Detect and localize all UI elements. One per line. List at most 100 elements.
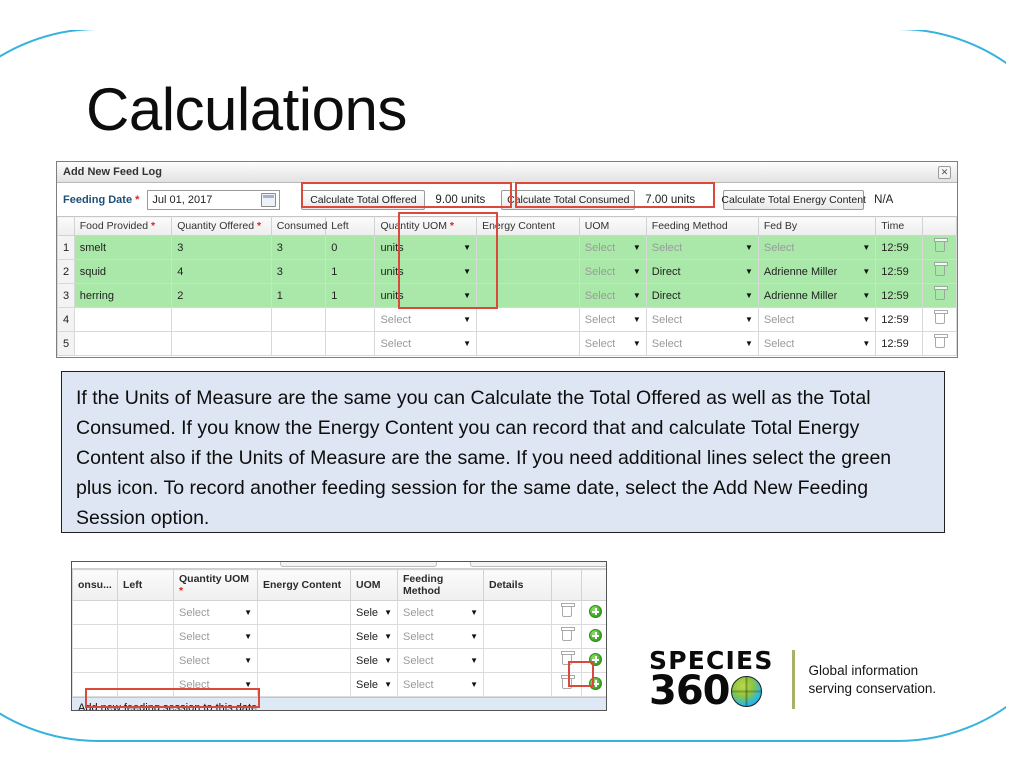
trash-icon[interactable] (933, 333, 948, 348)
cell-add[interactable] (581, 600, 606, 625)
cell-feeding-method[interactable]: Direct ▼ (645, 259, 759, 284)
cell-uom[interactable]: Select ▼ (578, 235, 647, 260)
cell-fed-by[interactable]: Adrienne Miller ▼ (757, 283, 877, 308)
plus-icon[interactable] (588, 676, 602, 690)
cell-energy-content[interactable] (257, 648, 351, 673)
table-row[interactable]: 3 herring 2 1 1 units ▼ Select ▼ Direct ▼ Adrienne … (57, 283, 957, 308)
chevron-down-icon[interactable]: ▼ (633, 243, 641, 252)
calculate-total-offered-button[interactable]: Calculate Total Offered (301, 189, 426, 210)
plus-icon[interactable] (588, 652, 602, 666)
cell-fed-by[interactable]: Adrienne Miller ▼ (757, 259, 877, 284)
cell-consumed[interactable] (270, 307, 327, 332)
cell-delete[interactable] (922, 259, 957, 284)
chevron-down-icon[interactable]: ▼ (244, 680, 252, 689)
table-row[interactable]: 4 Select ▼ Select ▼ Select ▼ Select ▼ 12:59 (57, 307, 957, 332)
cell-consumed[interactable] (72, 648, 118, 673)
cell-feeding-method[interactable]: Select ▼ (397, 648, 484, 673)
chevron-down-icon[interactable]: ▼ (633, 339, 641, 348)
cell-quantity-offered[interactable]: 2 (171, 283, 272, 308)
cell-fed-by[interactable]: Select ▼ (757, 331, 877, 356)
cell-delete[interactable] (922, 331, 957, 356)
plus-icon[interactable] (588, 628, 602, 642)
cell-consumed[interactable] (72, 624, 118, 649)
cell-feeding-method[interactable]: Select ▼ (397, 624, 484, 649)
cell-quantity-uom[interactable]: units ▼ (374, 259, 478, 284)
cell-food-provided[interactable] (73, 307, 173, 332)
chevron-down-icon[interactable]: ▼ (384, 632, 392, 641)
cell-quantity-offered[interactable] (171, 331, 272, 356)
cell-consumed[interactable] (72, 672, 118, 697)
chevron-down-icon[interactable]: ▼ (745, 291, 753, 300)
cell-quantity-offered[interactable] (171, 307, 272, 332)
chevron-down-icon[interactable]: ▼ (470, 680, 478, 689)
cell-feeding-method[interactable]: Select ▼ (397, 600, 484, 625)
trash-icon[interactable] (933, 309, 948, 324)
chevron-down-icon[interactable]: ▼ (384, 656, 392, 665)
cell-left[interactable] (117, 672, 174, 697)
cell-feeding-method[interactable]: Direct ▼ (645, 283, 759, 308)
cell-quantity-uom[interactable]: Select ▼ (173, 672, 258, 697)
cell-add[interactable] (581, 624, 606, 649)
chevron-down-icon[interactable]: ▼ (463, 291, 471, 300)
chevron-down-icon[interactable]: ▼ (633, 291, 641, 300)
cell-consumed[interactable]: 1 (270, 283, 327, 308)
chevron-down-icon[interactable]: ▼ (384, 680, 392, 689)
cell-add[interactable] (581, 648, 606, 673)
cell-uom[interactable]: Sele ▼ (350, 672, 398, 697)
chevron-down-icon[interactable]: ▼ (470, 656, 478, 665)
cell-quantity-uom[interactable]: Select ▼ (173, 624, 258, 649)
cell-food-provided[interactable]: squid (73, 259, 173, 284)
trash-icon[interactable] (933, 261, 948, 276)
chevron-down-icon[interactable]: ▼ (384, 608, 392, 617)
cell-quantity-uom[interactable]: Select ▼ (374, 331, 478, 356)
cell-quantity-offered[interactable]: 4 (171, 259, 272, 284)
chevron-down-icon[interactable]: ▼ (745, 315, 753, 324)
trash-icon[interactable] (560, 674, 575, 689)
cell-left[interactable]: 0 (325, 235, 376, 260)
trash-icon[interactable] (933, 285, 948, 300)
chevron-down-icon[interactable]: ▼ (862, 315, 870, 324)
feeding-date-input[interactable]: Jul 01, 2017 (147, 189, 281, 210)
table-row[interactable]: 2 squid 4 3 1 units ▼ Select ▼ Direct ▼ Adrienne Mi… (57, 259, 957, 284)
cell-time[interactable]: 12:59 (875, 259, 924, 284)
cell-left[interactable]: 1 (325, 283, 376, 308)
cell-details[interactable] (483, 600, 552, 625)
chevron-down-icon[interactable]: ▼ (862, 243, 870, 252)
cell-delete[interactable] (551, 672, 582, 697)
cell-delete[interactable] (551, 600, 582, 625)
chevron-down-icon[interactable]: ▼ (862, 339, 870, 348)
cell-quantity-uom[interactable]: Select ▼ (173, 648, 258, 673)
chevron-down-icon[interactable]: ▼ (633, 267, 641, 276)
cell-left[interactable] (117, 648, 174, 673)
trash-icon[interactable] (560, 650, 575, 665)
cell-energy-content[interactable] (257, 600, 351, 625)
cell-energy-content[interactable] (476, 259, 580, 284)
chevron-down-icon[interactable]: ▼ (244, 656, 252, 665)
cell-food-provided[interactable]: smelt (73, 235, 173, 260)
add-new-feeding-session-bar[interactable]: Add new feeding session to this date (72, 697, 606, 710)
close-icon[interactable]: ✕ (938, 165, 951, 179)
chevron-down-icon[interactable]: ▼ (745, 339, 753, 348)
cell-energy-content[interactable] (476, 283, 580, 308)
cell-quantity-uom[interactable]: units ▼ (374, 235, 478, 260)
trash-icon[interactable] (560, 602, 575, 617)
chevron-down-icon[interactable]: ▼ (463, 267, 471, 276)
calculate-total-energy-content-button[interactable]: Calculate Total Energy Content (721, 189, 866, 210)
cell-fed-by[interactable]: Select ▼ (757, 307, 877, 332)
cell-time[interactable]: 12:59 (875, 283, 924, 308)
cell-uom[interactable]: Select ▼ (578, 259, 647, 284)
chevron-down-icon[interactable]: ▼ (463, 243, 471, 252)
cell-energy-content[interactable] (257, 672, 351, 697)
cell-energy-content[interactable] (476, 331, 580, 356)
chevron-down-icon[interactable]: ▼ (470, 608, 478, 617)
cell-time[interactable]: 12:59 (875, 307, 924, 332)
cell-quantity-uom[interactable]: units ▼ (374, 283, 478, 308)
cell-details[interactable] (483, 624, 552, 649)
cell-delete[interactable] (551, 648, 582, 673)
cell-uom[interactable]: Sele ▼ (350, 648, 398, 673)
chevron-down-icon[interactable]: ▼ (862, 267, 870, 276)
cell-left[interactable]: 1 (325, 259, 376, 284)
cell-details[interactable] (483, 648, 552, 673)
chevron-down-icon[interactable]: ▼ (463, 315, 471, 324)
chevron-down-icon[interactable]: ▼ (745, 243, 753, 252)
